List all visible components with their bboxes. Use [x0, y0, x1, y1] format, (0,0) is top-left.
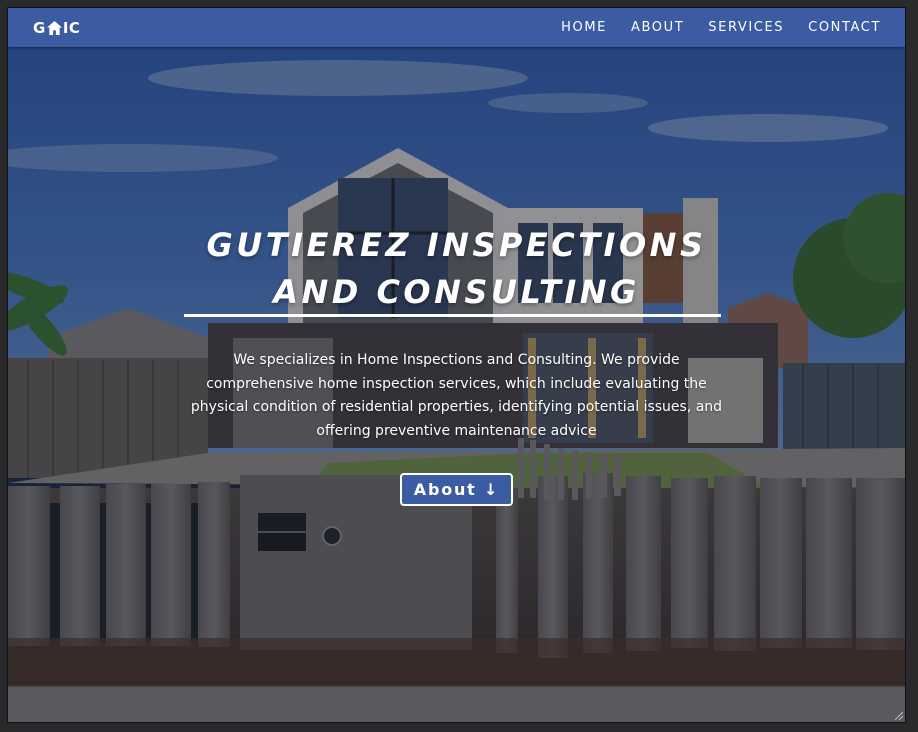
about-button[interactable]: About ↓ — [400, 473, 513, 506]
logo-letters-right: IC — [62, 19, 81, 37]
nav-link-services[interactable]: SERVICES — [708, 20, 784, 35]
nav-link-home[interactable]: HOME — [561, 20, 607, 35]
top-navbar: G IC HOME ABOUT SERVICES CONTACT — [8, 8, 905, 47]
nav-menu: HOME ABOUT SERVICES CONTACT — [561, 8, 881, 47]
title-underline — [184, 314, 721, 317]
hero-title-line-1: GUTIEREZ INSPECTIONS — [206, 226, 707, 264]
hero-title-line-2: AND CONSULTING — [273, 273, 640, 311]
nav-link-contact[interactable]: CONTACT — [808, 20, 881, 35]
resize-grip-icon[interactable] — [893, 710, 903, 720]
hero-title: GUTIEREZ INSPECTIONS AND CONSULTING — [128, 222, 785, 316]
hero-description: We specializes in Home Inspections and C… — [190, 352, 723, 439]
logo-letter-left: G — [33, 19, 46, 37]
house-icon — [46, 21, 62, 35]
site-logo[interactable]: G IC — [33, 18, 80, 38]
browser-viewport: G IC HOME ABOUT SERVICES CONTACT GUTIERE… — [8, 8, 905, 722]
nav-link-about[interactable]: ABOUT — [631, 20, 684, 35]
